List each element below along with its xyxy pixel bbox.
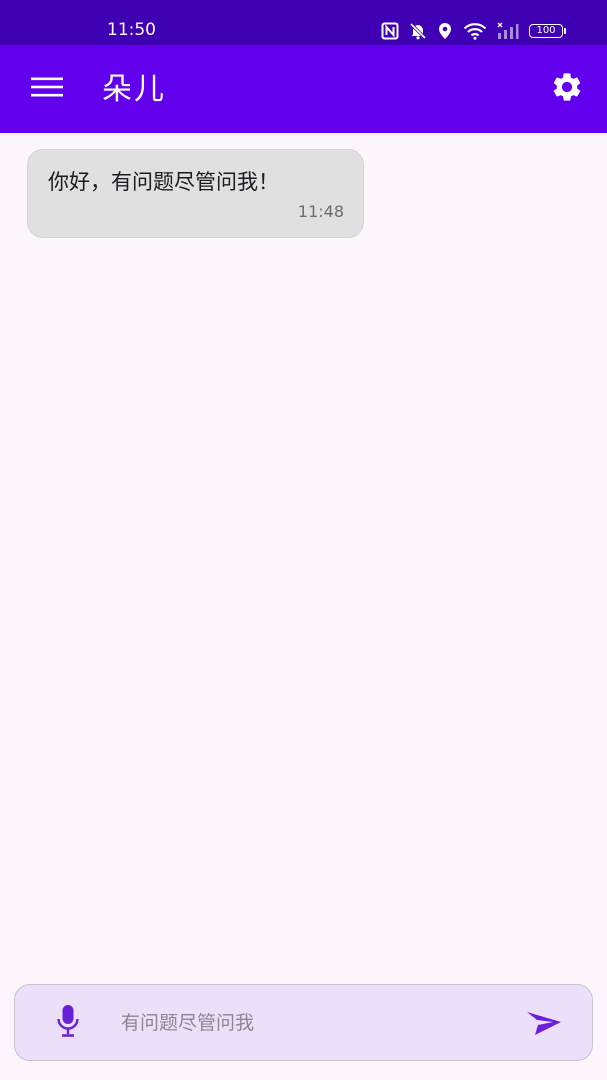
send-icon: [525, 1008, 563, 1042]
menu-button[interactable]: [24, 69, 70, 109]
status-time: 11:50: [107, 20, 156, 40]
battery-icon: 100: [529, 24, 566, 38]
location-icon: [437, 22, 453, 40]
microphone-icon: [55, 1004, 81, 1042]
gear-icon: [550, 70, 584, 108]
status-icons: 100: [381, 20, 566, 42]
message-bubble: 你好，有问题尽管问我！ 11:48: [27, 149, 364, 238]
mic-button[interactable]: [49, 1003, 87, 1043]
signal-icon: [497, 22, 519, 40]
message-input[interactable]: [121, 1007, 501, 1039]
message-text: 你好，有问题尽管问我！: [48, 170, 279, 194]
wifi-icon: [463, 22, 487, 40]
status-bar: 11:50 100: [0, 0, 607, 45]
hamburger-menu-icon: [30, 76, 64, 102]
app-bar: 朵儿: [0, 45, 607, 133]
nfc-icon: [381, 22, 399, 40]
message-time: 11:48: [297, 202, 344, 221]
bell-off-icon: [409, 22, 427, 40]
app-title: 朵儿: [102, 72, 166, 107]
chat-area: 你好，有问题尽管问我！ 11:48: [0, 133, 607, 973]
send-button[interactable]: [522, 1005, 566, 1045]
settings-button[interactable]: [545, 67, 589, 111]
input-bar: [14, 984, 593, 1061]
